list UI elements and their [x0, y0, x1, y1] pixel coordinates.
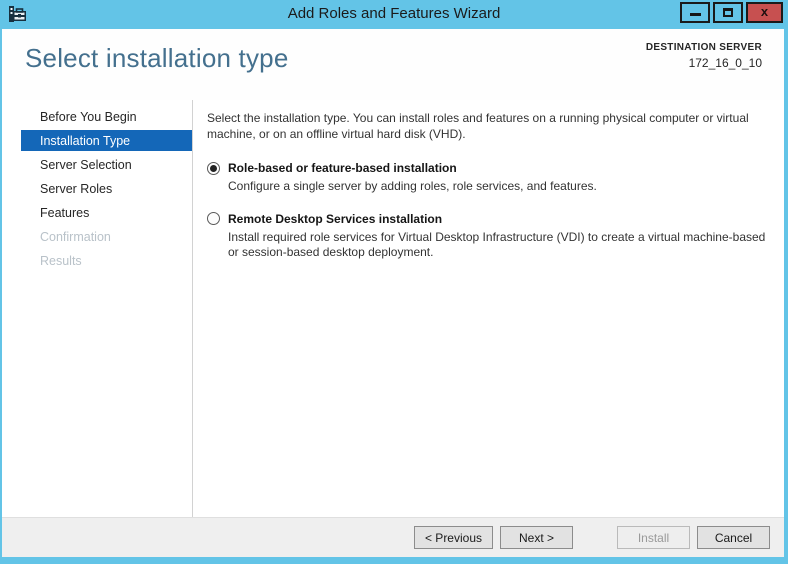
- option-description: Configure a single server by adding role…: [228, 179, 597, 193]
- option-description: Install required role services for Virtu…: [228, 229, 766, 260]
- sidebar-item-installation-type[interactable]: Installation Type: [21, 130, 192, 151]
- caption-buttons: x: [677, 2, 783, 23]
- sidebar-item-label: Results: [40, 253, 82, 268]
- maximize-button[interactable]: [713, 2, 743, 23]
- installation-type-options: Role-based or feature-based installation…: [207, 161, 768, 261]
- close-button[interactable]: x: [746, 2, 783, 23]
- sidebar-item-features[interactable]: Features: [2, 202, 192, 223]
- destination-server-label: DESTINATION SERVER: [645, 42, 762, 53]
- sidebar-item-before-you-begin[interactable]: Before You Begin: [2, 106, 192, 127]
- sidebar-item-server-roles[interactable]: Server Roles: [2, 178, 192, 199]
- radio-remote-desktop-installation[interactable]: Remote Desktop Services installation: [207, 212, 768, 226]
- content-row: Before You Begin Installation Type Serve…: [2, 100, 784, 517]
- destination-server-block: DESTINATION SERVER 172_16_0_10: [646, 42, 762, 70]
- close-icon: x: [760, 4, 769, 19]
- previous-button[interactable]: < Previous: [413, 526, 493, 549]
- radio-role-based-installation[interactable]: Role-based or feature-based installation: [207, 161, 768, 175]
- option-role-based: Role-based or feature-based installation…: [207, 161, 768, 195]
- option-label: Remote Desktop Services installation: [228, 211, 443, 226]
- option-label: Role-based or feature-based installation: [228, 161, 457, 175]
- sidebar-item-label: Before You Begin: [40, 109, 137, 124]
- sidebar-item-label: Confirmation: [40, 229, 111, 244]
- sidebar-item-label: Features: [40, 205, 90, 220]
- sidebar-item-label: Server Selection: [40, 157, 132, 172]
- minimize-button[interactable]: [680, 2, 710, 23]
- maximize-icon: [723, 8, 733, 17]
- sidebar-item-label: Installation Type: [40, 133, 131, 148]
- wizard-footer: < Previous Next > Install Cancel: [2, 517, 784, 557]
- wizard-content: Select the installation type. You can in…: [193, 100, 784, 517]
- minimize-icon: [689, 13, 701, 16]
- window-body: Select installation type DESTINATION SER…: [0, 29, 788, 557]
- option-remote-desktop: Remote Desktop Services installation Ins…: [207, 212, 768, 261]
- sidebar-item-confirmation: Confirmation: [2, 226, 192, 247]
- intro-text: Select the installation type. You can in…: [207, 111, 749, 141]
- next-button[interactable]: Next >: [500, 526, 573, 549]
- window-title: Add Roles and Features Wizard: [287, 5, 501, 22]
- wizard-window: Add Roles and Features Wizard x Select i…: [0, 0, 788, 564]
- title-bar: Add Roles and Features Wizard x: [0, 0, 788, 29]
- radio-unselected-icon: [207, 212, 220, 225]
- wizard-steps-sidebar: Before You Begin Installation Type Serve…: [2, 100, 193, 517]
- sidebar-item-server-selection[interactable]: Server Selection: [2, 154, 192, 175]
- wizard-header: Select installation type DESTINATION SER…: [2, 29, 784, 100]
- cancel-button[interactable]: Cancel: [697, 526, 770, 549]
- sidebar-item-label: Server Roles: [40, 181, 113, 196]
- install-button: Install: [617, 526, 690, 549]
- sidebar-item-results: Results: [2, 250, 192, 271]
- window-bottom-border: [0, 557, 788, 564]
- destination-server-value: 172_16_0_10: [688, 56, 762, 70]
- page-title: Select installation type: [25, 43, 289, 73]
- radio-selected-icon: [207, 161, 220, 175]
